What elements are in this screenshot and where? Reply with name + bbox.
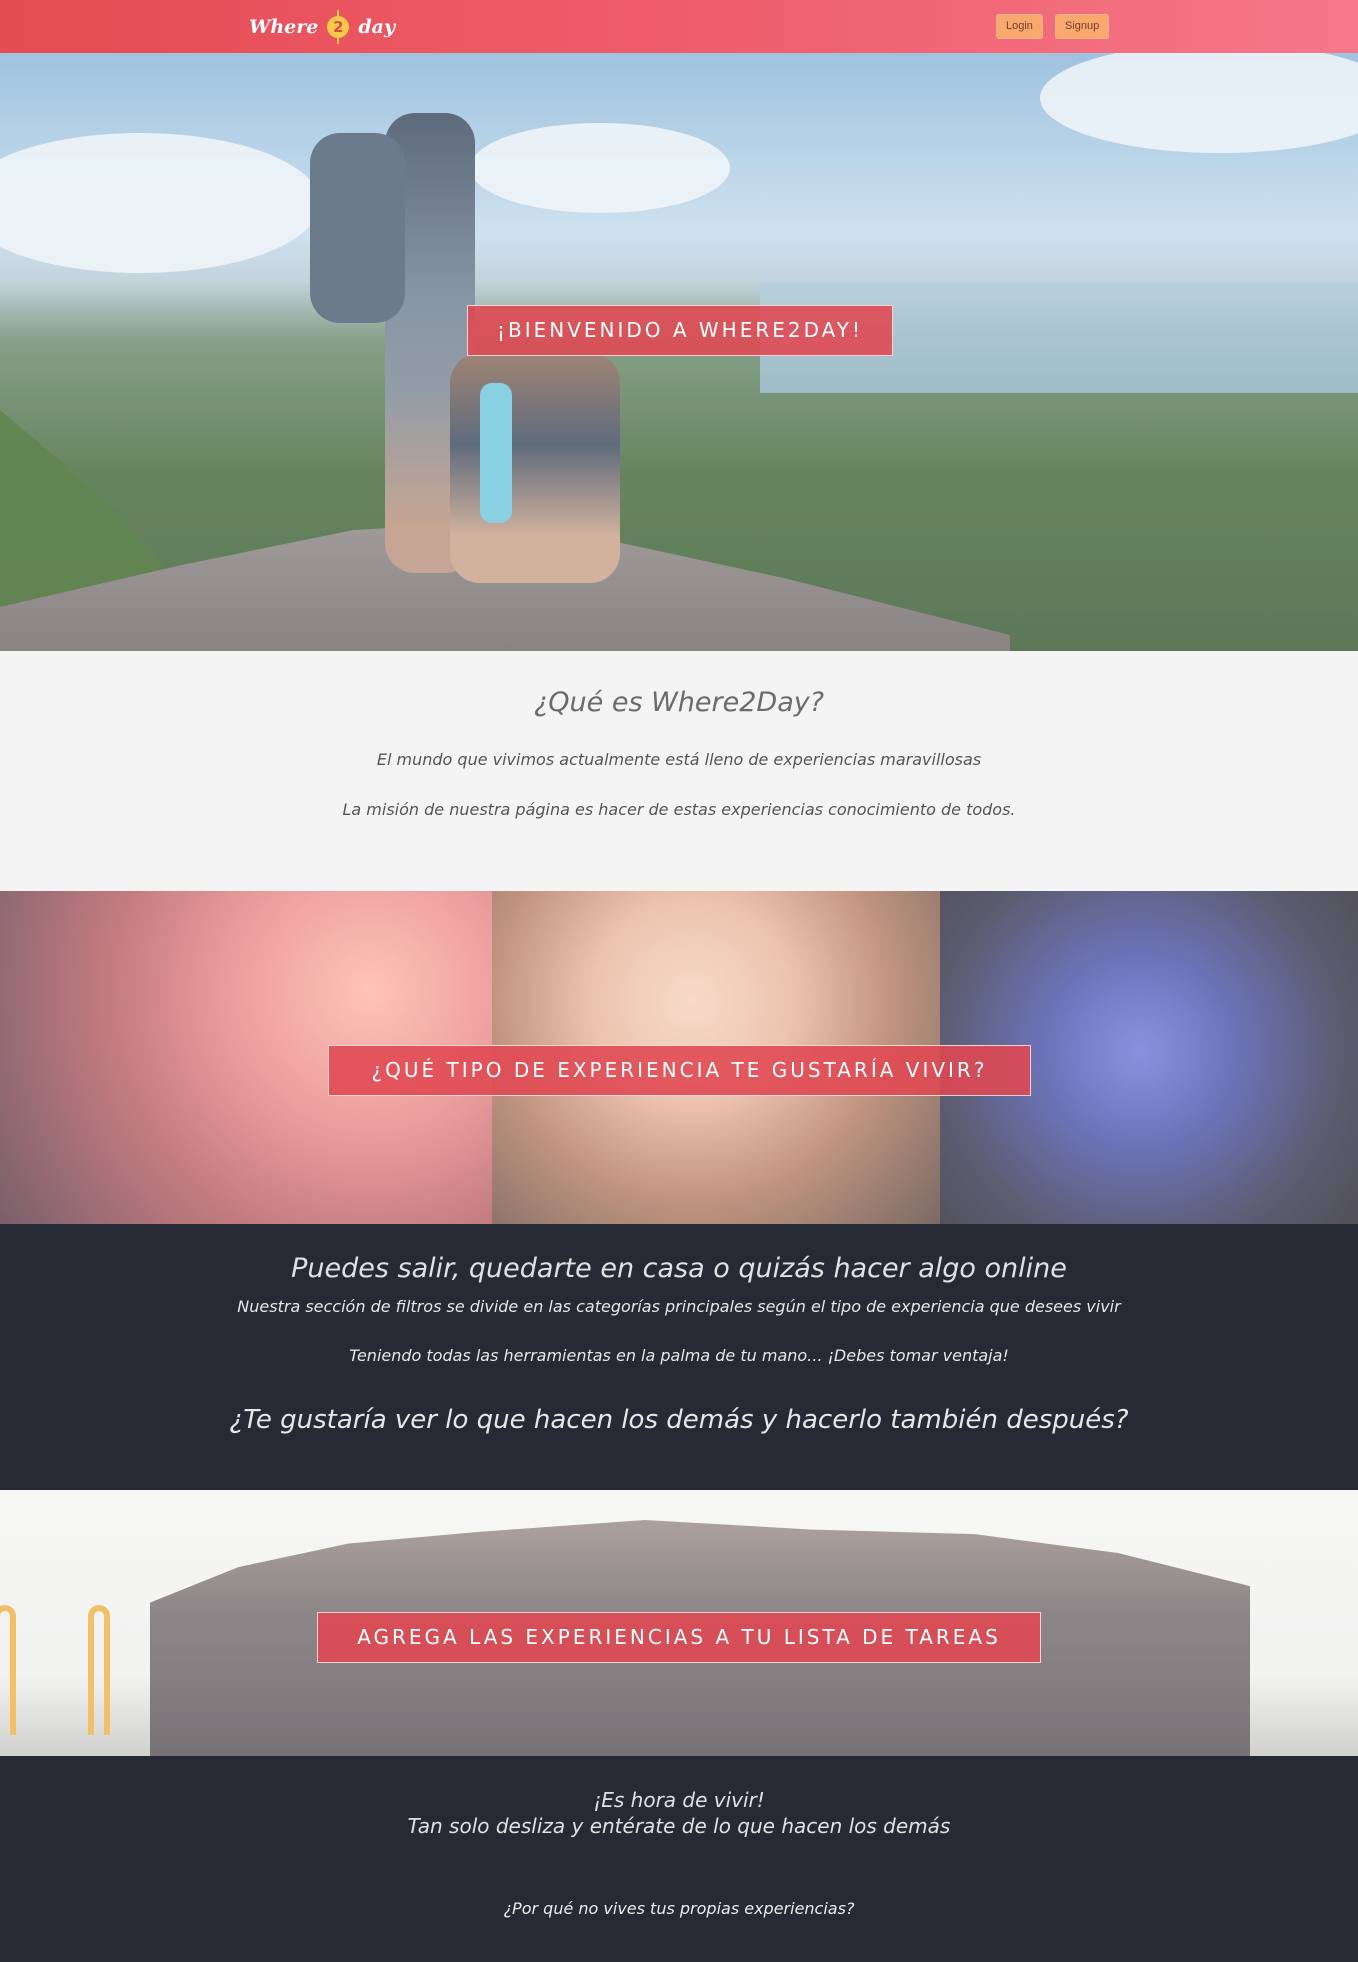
signup-button[interactable]: Signup bbox=[1055, 14, 1110, 39]
filters-question: ¿Te gustaría ver lo que hacen los demás … bbox=[229, 1405, 1129, 1435]
experiences-banner: ¿QUÉ TIPO DE EXPERIENCIA TE GUSTARÍA VIV… bbox=[328, 1045, 1031, 1096]
login-button[interactable]: Login bbox=[996, 14, 1043, 39]
about-line-2: La misión de nuestra página es hacer de … bbox=[342, 800, 1016, 819]
experiences-section: ¿QUÉ TIPO DE EXPERIENCIA TE GUSTARÍA VIV… bbox=[0, 891, 1358, 1224]
group-banner: AGREGA LAS EXPERIENCIAS A TU LISTA DE TA… bbox=[317, 1612, 1041, 1663]
logo[interactable]: Where 2 day bbox=[249, 9, 395, 45]
filters-headline: Puedes salir, quedarte en casa o quizás … bbox=[291, 1253, 1067, 1284]
about-line-1: El mundo que vivimos actualmente está ll… bbox=[376, 750, 982, 769]
filters-section: Puedes salir, quedarte en casa o quizás … bbox=[0, 1224, 1358, 1490]
filters-description: Nuestra sección de filtros se divide en … bbox=[237, 1297, 1121, 1316]
hero-banner: ¡BIENVENIDO A WHERE2DAY! bbox=[467, 305, 893, 356]
closing-line-2: Tan solo desliza y entérate de lo que ha… bbox=[407, 1814, 951, 1838]
logo-number: 2 bbox=[327, 16, 350, 38]
group-section: AGREGA LAS EXPERIENCIAS A TU LISTA DE TA… bbox=[0, 1490, 1358, 1756]
filters-tools: Teniendo todas las herramientas en la pa… bbox=[349, 1346, 1009, 1365]
lightbulb-icon: 2 bbox=[324, 10, 352, 44]
closing-line-1: ¡Es hora de vivir! bbox=[593, 1788, 765, 1812]
closing-line-3: ¿Por qué no vives tus propias experienci… bbox=[503, 1899, 855, 1918]
navbar: Where 2 day Login Signup bbox=[0, 0, 1358, 53]
about-title: ¿Qué es Where2Day? bbox=[533, 687, 825, 718]
logo-text-where: Where bbox=[249, 16, 319, 38]
about-section: ¿Qué es Where2Day? El mundo que vivimos … bbox=[0, 651, 1358, 891]
hero-section: ¡BIENVENIDO A WHERE2DAY! bbox=[0, 53, 1358, 651]
closing-section: ¡Es hora de vivir! Tan solo desliza y en… bbox=[0, 1756, 1358, 1962]
logo-text-day: day bbox=[358, 16, 395, 38]
